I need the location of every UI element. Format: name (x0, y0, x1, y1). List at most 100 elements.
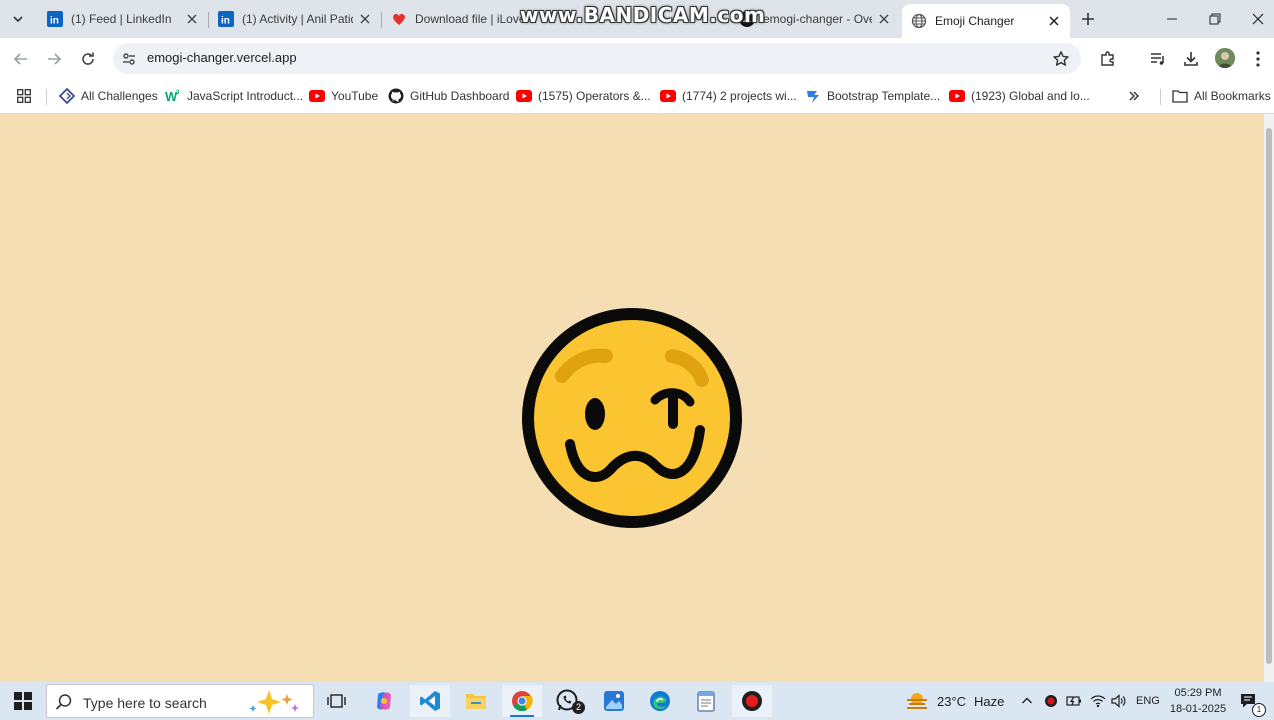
wifi-icon (1090, 695, 1106, 708)
taskbar-search-box[interactable]: Type here to search (46, 684, 314, 718)
ilovepdf-heart-icon (391, 11, 407, 27)
search-placeholder: Type here to search (83, 695, 207, 711)
arrow-left-icon (13, 53, 27, 65)
more-vertical-icon (1256, 51, 1260, 67)
folder-icon (466, 694, 486, 709)
tab-title: Emoji Changer (935, 14, 1015, 28)
task-view-icon (327, 694, 346, 708)
bookmark-youtube[interactable]: YouTube (309, 86, 378, 106)
speaker-icon (1111, 694, 1126, 708)
bookmark-all-challenges[interactable]: All Challenges (59, 86, 158, 106)
back-button[interactable] (8, 46, 34, 72)
notification-center-button[interactable]: 1 (1240, 682, 1266, 720)
bookmark-bootstrap-template[interactable]: Bootstrap Template... (805, 86, 940, 106)
youtube-icon (516, 88, 532, 104)
w3schools-icon: W3 (165, 88, 181, 104)
taskbar-vscode[interactable] (410, 685, 450, 717)
tab-linkedin-activity[interactable]: in (1) Activity | Anil Patid (209, 5, 381, 33)
taskbar-copilot[interactable] (364, 685, 404, 717)
notification-count: 1 (1252, 703, 1266, 717)
downloads-button[interactable] (1179, 47, 1203, 71)
close-icon (1252, 13, 1264, 25)
taskbar-chrome[interactable] (502, 685, 542, 717)
tray-volume[interactable] (1111, 682, 1127, 720)
bookmarks-overflow-button[interactable] (1126, 86, 1148, 106)
taskbar-notepad[interactable] (686, 685, 726, 717)
taskbar-edge[interactable] (640, 685, 680, 717)
weather-widget[interactable]: 23°C Haze (905, 682, 1004, 720)
bookmark-operators-video[interactable]: (1575) Operators &... (516, 86, 651, 106)
emoji-display[interactable] (522, 308, 742, 528)
close-tab-icon[interactable] (357, 11, 373, 27)
new-tab-button[interactable] (1077, 8, 1099, 30)
bookmark-label: YouTube (331, 89, 379, 103)
svg-text:in: in (50, 16, 59, 27)
haze-weather-icon (907, 693, 927, 709)
bookmark-label: (1774) 2 projects wi... (682, 89, 797, 103)
woozy-face-icon (522, 308, 742, 528)
url-input[interactable] (147, 50, 947, 65)
tab-title: (1) Activity | Anil Patid (242, 12, 353, 26)
bookmark-star-icon[interactable] (1051, 49, 1071, 69)
tray-bandicam-record[interactable] (1044, 682, 1058, 720)
bookmark-projects-video[interactable]: (1774) 2 projects wi... (660, 86, 797, 106)
page-scrollbar[interactable] (1264, 114, 1274, 682)
weather-temp: 23°C (937, 693, 967, 709)
bookmark-label: Bootstrap Template... (827, 89, 941, 103)
chevron-down-icon (13, 16, 23, 23)
profile-avatar[interactable] (1215, 48, 1235, 68)
bookmark-label: GitHub Dashboard (410, 89, 510, 103)
minimize-icon (1167, 18, 1177, 20)
bookmark-label: (1923) Global and lo... (971, 89, 1090, 103)
show-hidden-icons-button[interactable] (1021, 682, 1033, 720)
taskbar-file-explorer[interactable] (456, 685, 496, 717)
svg-text:3: 3 (176, 90, 180, 96)
minimize-button[interactable] (1150, 0, 1194, 38)
playlist-icon (1151, 53, 1164, 65)
site-info-icon[interactable] (119, 49, 139, 69)
youtube-icon (949, 88, 965, 104)
tray-wifi[interactable] (1090, 682, 1106, 720)
scrollbar-thumb[interactable] (1266, 128, 1272, 664)
address-bar[interactable] (113, 43, 1081, 74)
youtube-icon (309, 88, 325, 104)
clock-date: 18-01-2025 (1169, 703, 1227, 715)
reload-button[interactable] (75, 46, 101, 72)
linkedin-icon: in (47, 11, 63, 27)
close-tab-icon[interactable] (876, 11, 892, 27)
media-control-button[interactable] (1146, 47, 1170, 71)
tray-language[interactable]: ENG (1136, 682, 1160, 720)
apps-button[interactable] (16, 86, 38, 106)
close-window-button[interactable] (1236, 0, 1274, 38)
download-icon (1184, 52, 1198, 66)
copilot-icon (377, 692, 391, 710)
chrome-icon (512, 691, 533, 712)
bookmark-global-video[interactable]: (1923) Global and lo... (949, 86, 1090, 106)
restore-button[interactable] (1193, 0, 1237, 38)
arrow-right-icon (48, 53, 62, 65)
taskbar-whatsapp[interactable]: 2 (548, 685, 588, 717)
svg-text:in: in (221, 16, 230, 27)
taskbar-photos[interactable] (594, 685, 634, 717)
all-bookmarks-button[interactable]: All Bookmarks (1172, 86, 1271, 106)
page-content (0, 114, 1264, 682)
close-tab-icon[interactable] (1046, 13, 1062, 29)
weather-condition: Haze (974, 693, 1005, 709)
tab-search-button[interactable] (6, 7, 30, 31)
start-button[interactable] (4, 685, 42, 717)
language-label: ENG (1136, 695, 1160, 707)
task-view-button[interactable] (317, 685, 357, 717)
tab-emoji-changer[interactable]: Emoji Changer (902, 4, 1070, 38)
close-tab-icon[interactable] (184, 11, 200, 27)
tray-battery[interactable] (1066, 682, 1082, 720)
taskbar-bandicam[interactable] (732, 685, 772, 717)
tab-linkedin-feed[interactable]: in (1) Feed | LinkedIn (38, 5, 208, 33)
bookmark-github-dashboard[interactable]: GitHub Dashboard (388, 86, 509, 106)
taskbar-clock[interactable]: 05:29 PM 18-01-2025 (1166, 685, 1230, 717)
apps-grid-icon (16, 88, 32, 104)
bookmark-label: (1575) Operators &... (538, 89, 651, 103)
extensions-button[interactable] (1096, 47, 1120, 71)
chrome-menu-button[interactable] (1248, 47, 1268, 71)
forward-button[interactable] (41, 46, 67, 72)
bookmark-javascript-intro[interactable]: W3 JavaScript Introduct... (165, 86, 303, 106)
